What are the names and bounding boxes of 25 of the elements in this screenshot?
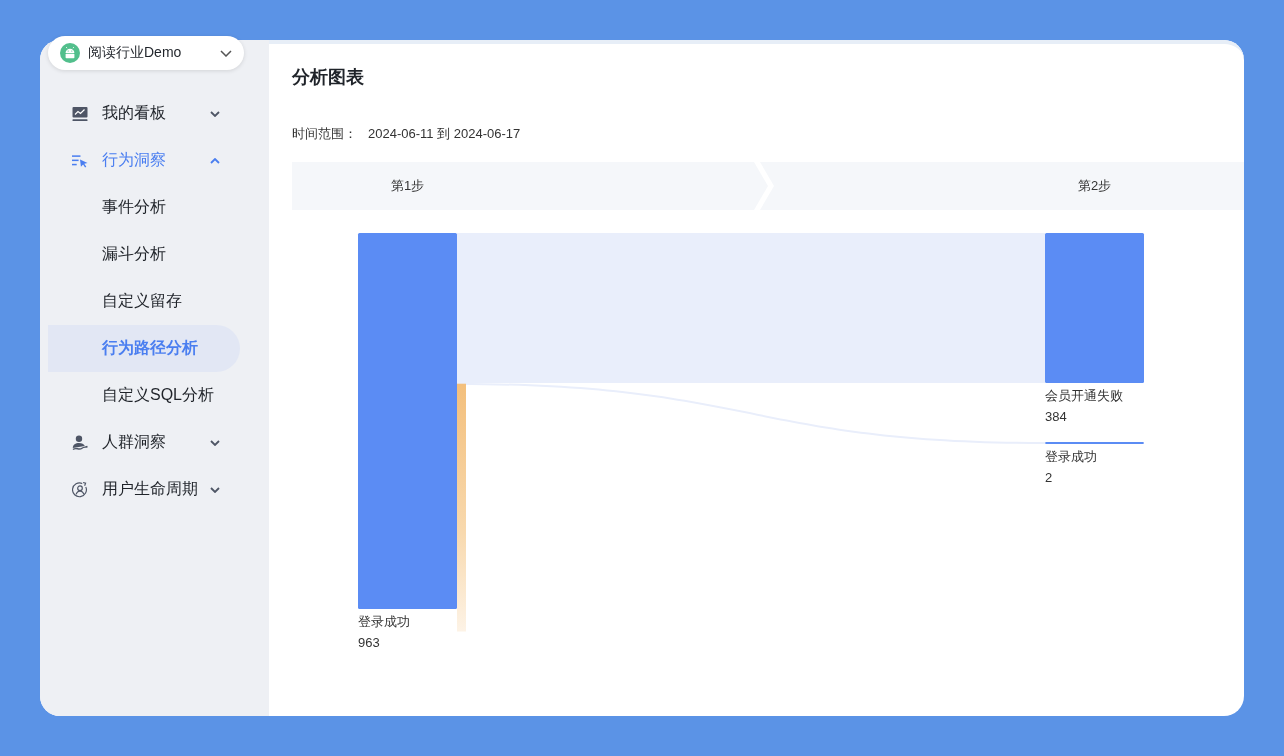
chevron-down-icon: [220, 49, 232, 57]
node-label: 会员开通失败: [1045, 387, 1123, 403]
person-icon: [72, 434, 88, 451]
sidebar-item[interactable]: 自定义SQL分析: [48, 372, 240, 419]
app-selector[interactable]: 阅读行业Demo: [48, 36, 244, 70]
sidebar-item[interactable]: 事件分析: [48, 184, 240, 231]
dashboard-icon: [72, 105, 88, 122]
time-range-label: 时间范围：: [292, 125, 357, 143]
step-label: 第2步: [1076, 177, 1113, 195]
time-range-value: 2024-06-11 到 2024-06-17: [368, 125, 521, 143]
sidebar-item[interactable]: 自定义留存: [48, 278, 240, 325]
person-circle-icon: [72, 480, 88, 499]
list-cursor-icon: [72, 153, 88, 168]
sidebar-group[interactable]: 人群洞察: [40, 419, 230, 466]
node-value: 2: [1045, 469, 1053, 485]
node-label: 登录成功: [1045, 448, 1097, 464]
android-icon: [60, 43, 80, 63]
node-label: 登录成功: [358, 614, 410, 629]
sidebar-item[interactable]: 漏斗分析: [48, 231, 240, 278]
sidebar-group[interactable]: 我的看板: [40, 90, 230, 137]
node-value: 963: [358, 635, 380, 650]
section-title: 分析图表: [292, 66, 364, 89]
step-label: 第1步: [389, 177, 426, 195]
node-value: 384: [1045, 408, 1067, 424]
sidebar-group[interactable]: 用户生命周期: [40, 466, 230, 513]
